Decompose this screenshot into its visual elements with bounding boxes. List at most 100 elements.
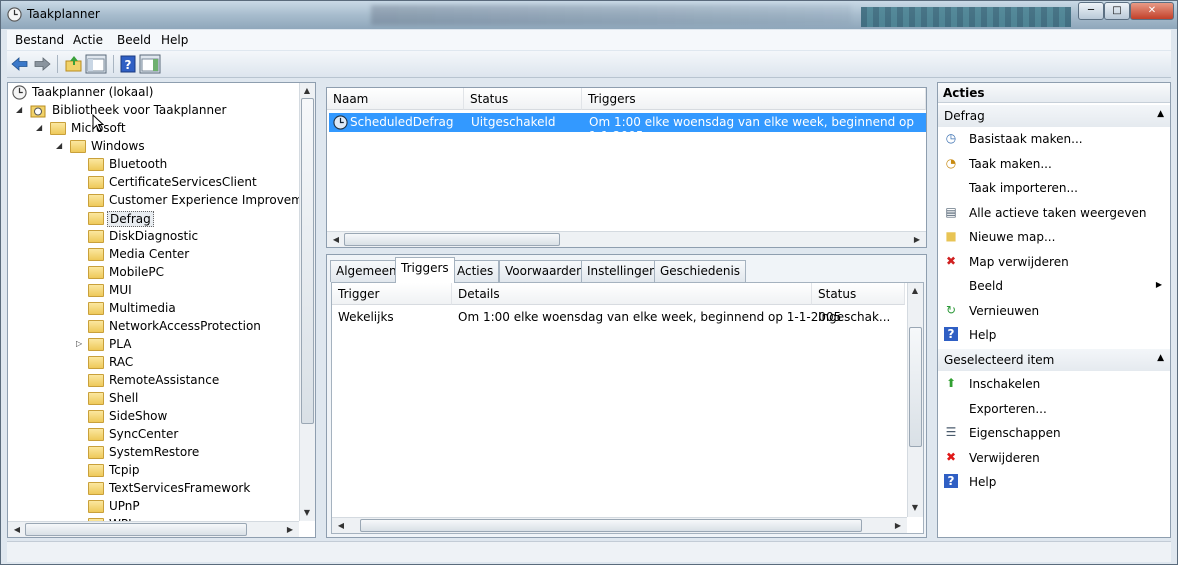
menu-actie[interactable]: Actie	[73, 33, 103, 47]
tree-folder-label: PLA	[109, 337, 132, 351]
scroll-left-arrow-icon[interactable]: ◀	[10, 525, 24, 534]
title-bar[interactable]: Taakplanner ─ □ ✕	[1, 1, 1177, 29]
action-label: Help	[969, 475, 997, 489]
expand-arrow-icon[interactable]: ▷	[76, 339, 85, 348]
pane-splitter[interactable]	[318, 82, 324, 538]
create-task-icon: ◔	[945, 155, 957, 170]
tab-acties[interactable]: Acties	[451, 260, 500, 282]
triggers-vscroll-thumb[interactable]	[909, 327, 922, 447]
folder-icon	[88, 266, 104, 279]
tab-instellingen[interactable]: Instellingen	[581, 260, 663, 282]
action-exporteren[interactable]: Exporteren...	[938, 398, 1170, 420]
column-header-trigger[interactable]: Trigger	[332, 283, 452, 305]
triggers-tab-body: Trigger Details Status Wekelijks Om 1:00…	[331, 282, 924, 534]
action-basistaak-maken[interactable]: ◷ Basistaak maken...	[938, 128, 1170, 150]
tree-folder-label: Shell	[109, 391, 139, 405]
tasks-hscroll-thumb[interactable]	[344, 233, 560, 246]
action-verwijderen[interactable]: ✖ Verwijderen	[938, 447, 1170, 469]
show-pane-icon[interactable]	[85, 54, 107, 74]
delete-icon: ✖	[945, 449, 957, 464]
tree-folder-label: Multimedia	[109, 301, 176, 315]
folder-icon	[88, 338, 104, 351]
action-label: Eigenschappen	[969, 426, 1061, 440]
column-header-trigger-status[interactable]: Status	[812, 283, 905, 305]
scroll-left-arrow-icon[interactable]: ◀	[334, 521, 348, 530]
triggers-hscroll-thumb[interactable]	[360, 519, 862, 532]
action-taak-maken[interactable]: ◔ Taak maken...	[938, 153, 1170, 175]
task-status: Uitgeschakeld	[471, 115, 556, 129]
action-map-verwijderen[interactable]: ✖ Map verwijderen	[938, 251, 1170, 273]
action-label: Map verwijderen	[969, 254, 1069, 269]
action-nieuwe-map[interactable]: ■ Nieuwe map...	[938, 226, 1170, 248]
action-label: Taak maken...	[969, 156, 1052, 171]
tree-folder-label: DiskDiagnostic	[109, 229, 199, 243]
minimize-button[interactable]: ─	[1078, 2, 1104, 20]
tab-algemeen[interactable]: Algemeen	[330, 260, 403, 282]
collapse-arrow-icon[interactable]: ◢	[36, 123, 45, 132]
action-vernieuwen[interactable]: ↻ Vernieuwen	[938, 300, 1170, 322]
toolbar-separator	[113, 55, 114, 73]
actions-section-selected-item[interactable]: Geselecteerd item ▲	[938, 349, 1170, 371]
task-row-scheduleddefrag[interactable]: ScheduledDefrag Uitgeschakeld Om 1:00 el…	[329, 113, 926, 143]
scroll-right-arrow-icon[interactable]: ▶	[910, 235, 924, 244]
menu-bestand[interactable]: Bestand	[15, 33, 64, 47]
scroll-right-arrow-icon[interactable]: ▶	[283, 525, 297, 534]
collapse-arrow-icon[interactable]: ◢	[16, 105, 25, 114]
scroll-down-arrow-icon[interactable]: ▼	[908, 503, 922, 512]
action-help[interactable]: ? Help	[938, 471, 1170, 493]
triggers-horizontal-scrollbar[interactable]: ◀ ▶	[332, 517, 907, 533]
show-hide-action-pane-icon[interactable]	[139, 54, 161, 74]
actions-section-selected-label: Geselecteerd item	[944, 353, 1055, 367]
tree-folder-label: RemoteAssistance	[109, 373, 220, 387]
action-eigenschappen[interactable]: ☰ Eigenschappen	[938, 422, 1170, 444]
forward-arrow-icon[interactable]	[31, 54, 53, 74]
column-header-status[interactable]: Status	[464, 88, 582, 110]
column-header-name[interactable]: Naam	[327, 88, 464, 110]
scroll-down-arrow-icon[interactable]: ▼	[300, 508, 314, 517]
clock-icon	[7, 7, 22, 22]
action-label: Exporteren...	[969, 401, 1047, 416]
action-beeld[interactable]: Beeld ▶	[938, 275, 1170, 297]
actions-title: Acties	[938, 83, 1170, 103]
tree-folder-label: Defrag	[107, 211, 154, 227]
tab-geschiedenis[interactable]: Geschiedenis	[654, 260, 747, 282]
folder-icon	[88, 212, 104, 225]
folder-icon	[70, 140, 86, 153]
column-header-details[interactable]: Details	[452, 283, 812, 305]
tab-triggers[interactable]: Triggers	[395, 257, 455, 283]
folder-icon	[88, 284, 104, 297]
scroll-up-arrow-icon[interactable]: ▲	[908, 286, 922, 295]
action-inschakelen[interactable]: ⬆ Inschakelen	[938, 373, 1170, 395]
action-taak-importeren[interactable]: Taak importeren...	[938, 177, 1170, 199]
clock-icon	[12, 85, 27, 100]
up-folder-icon[interactable]	[63, 54, 85, 74]
maximize-button[interactable]: □	[1104, 2, 1130, 20]
tree-folder-label: MUI	[109, 283, 132, 297]
tree-vertical-scrollbar[interactable]: ▲ ▼	[299, 83, 315, 521]
tasks-horizontal-scrollbar[interactable]: ◀ ▶	[327, 231, 926, 247]
action-alle-actieve-taken-weergeven[interactable]: ▤ Alle actieve taken weergeven	[938, 202, 1170, 224]
column-header-triggers[interactable]: Triggers	[582, 88, 926, 110]
back-arrow-icon[interactable]	[9, 54, 31, 74]
enable-arrow-icon: ⬆	[945, 376, 957, 390]
scroll-up-arrow-icon[interactable]: ▲	[300, 86, 314, 95]
task-triggers: Om 1:00 elke woensdag van elke week, beg…	[589, 115, 914, 143]
help-icon[interactable]: ?	[117, 54, 139, 74]
tree-vscroll-thumb[interactable]	[301, 98, 314, 424]
actions-section-defrag[interactable]: Defrag ▲	[938, 105, 1170, 127]
triggers-vertical-scrollbar[interactable]: ▲ ▼	[907, 283, 923, 517]
collapse-caret-icon[interactable]: ▲	[1157, 109, 1164, 119]
collapse-caret-icon[interactable]: ▲	[1157, 353, 1164, 363]
scroll-left-arrow-icon[interactable]: ◀	[329, 235, 343, 244]
tree-horizontal-scrollbar[interactable]: ◀ ▶	[8, 521, 299, 537]
close-button[interactable]: ✕	[1130, 2, 1174, 20]
tree-hscroll-thumb[interactable]	[25, 523, 247, 536]
action-label: Beeld	[969, 279, 1003, 293]
collapse-arrow-icon[interactable]: ◢	[56, 141, 65, 150]
menu-beeld[interactable]: Beeld	[117, 33, 151, 47]
tab-voorwaarden[interactable]: Voorwaarden	[499, 260, 590, 282]
menu-help[interactable]: Help	[161, 33, 188, 47]
action-help[interactable]: ? Help	[938, 324, 1170, 346]
scroll-right-arrow-icon[interactable]: ▶	[891, 521, 905, 530]
tree-folder-label: NetworkAccessProtection	[109, 319, 261, 333]
